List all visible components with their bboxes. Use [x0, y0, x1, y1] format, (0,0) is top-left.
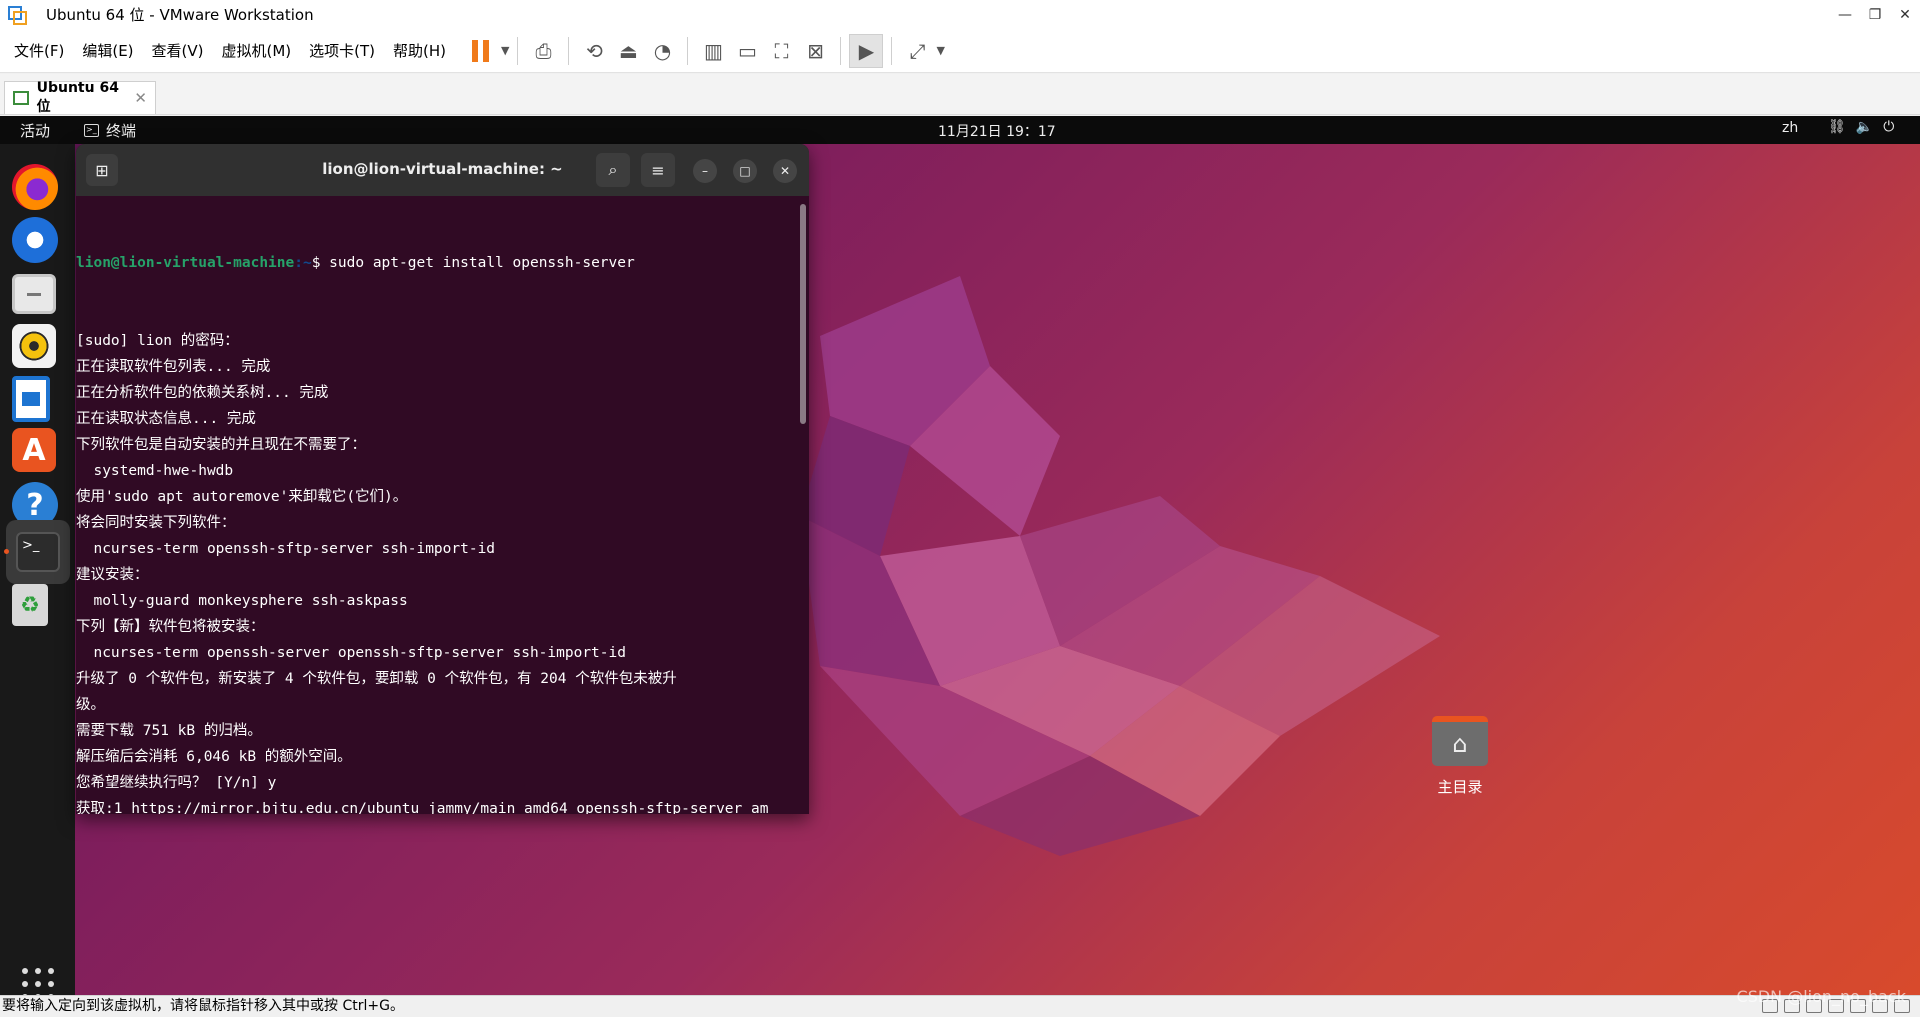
- terminal-headerbar[interactable]: ⊞ lion@lion-virtual-machine: ~ ⌕ ≡ – □ ✕: [76, 144, 809, 196]
- desktop-home-folder[interactable]: ⌂ 主目录: [1420, 716, 1500, 797]
- terminal-line: 下列软件包是自动安装的并且现在不需要了：: [76, 437, 366, 453]
- terminal-minimize-button[interactable]: –: [693, 159, 717, 183]
- terminal-line: 正在分析软件包的依赖关系树... 完成: [76, 385, 329, 401]
- tab-label: Ubuntu 64 位: [36, 80, 119, 115]
- snapshot-icon[interactable]: ⟲: [577, 34, 611, 68]
- watermark: CSDN @lion_no_back: [1736, 987, 1906, 1006]
- terminal-output[interactable]: lion@lion-virtual-machine:~$ sudo apt-ge…: [76, 196, 795, 814]
- power-icon: ⏻: [1883, 119, 1895, 135]
- app-menu-label: 终端: [106, 122, 137, 140]
- terminal-line: ncurses-term openssh-server openssh-sftp…: [76, 645, 626, 661]
- libreoffice-writer-icon[interactable]: [12, 376, 50, 422]
- guest-screen[interactable]: ⌂ 主目录 活动 >_ 终端 11月21日 19：17 zh ⛓ 🔈 ⏻ A ?…: [0, 116, 1920, 995]
- menu-view[interactable]: 查看(V): [143, 40, 213, 61]
- wallpaper-jellyfish: [800, 276, 1440, 856]
- stretch-icon[interactable]: ⤢: [900, 34, 934, 68]
- tab-close-icon[interactable]: ✕: [134, 89, 147, 107]
- dock: A ? >_ ♻: [0, 144, 75, 995]
- terminal-line: 将会同时安装下列软件：: [76, 515, 236, 531]
- terminal-line: 获取:1 https://mirror.bjtu.edu.cn/ubuntu j…: [76, 801, 769, 814]
- menu-file[interactable]: 文件(F): [5, 40, 73, 61]
- prompt-line: lion@lion-virtual-machine:~$ sudo apt-ge…: [76, 250, 795, 276]
- terminal-line: 下列【新】软件包将被安装：: [76, 619, 265, 635]
- menu-edit[interactable]: 编辑(E): [73, 40, 142, 61]
- volume-icon: 🔈: [1855, 119, 1874, 135]
- console-view-icon[interactable]: ▶: [849, 33, 884, 68]
- unity-icon[interactable]: ⊠: [798, 34, 832, 68]
- status-hint: 要将输入定向到该虚拟机，请将鼠标指针移入其中或按 Ctrl+G。: [2, 998, 404, 1014]
- prompt-command: $ sudo apt-get install openssh-server: [311, 255, 635, 271]
- trash-icon[interactable]: ♻: [12, 584, 48, 626]
- show-apps-icon[interactable]: [22, 968, 54, 995]
- window-titlebar: Ubuntu 64 位 - VMware Workstation — ❐ ✕: [0, 0, 1920, 29]
- terminal-mini-icon: >_: [84, 124, 99, 137]
- fullscreen-icon[interactable]: ⛶: [764, 34, 798, 68]
- view-thumbnail-icon[interactable]: ▭: [730, 34, 764, 68]
- thunderbird-icon[interactable]: [12, 217, 58, 263]
- terminal-line: [sudo] lion 的密码：: [76, 333, 239, 349]
- menu-tabs[interactable]: 选项卡(T): [300, 40, 384, 61]
- revert-snapshot-icon[interactable]: ⏏: [611, 34, 645, 68]
- stretch-dropdown-icon[interactable]: ▼: [936, 44, 944, 57]
- terminal-window[interactable]: ⊞ lion@lion-virtual-machine: ~ ⌕ ≡ – □ ✕…: [76, 144, 809, 814]
- terminal-line: 级。: [76, 697, 105, 713]
- terminal-line: 您希望继续执行吗？ [Y/n] y: [76, 775, 277, 791]
- snapshot-manager-icon[interactable]: ◔: [645, 34, 679, 68]
- vm-tabbar: Ubuntu 64 位 ✕: [0, 74, 1920, 115]
- terminal-close-button[interactable]: ✕: [773, 159, 797, 183]
- terminal-icon: >_: [16, 532, 60, 572]
- app-center-icon[interactable]: A: [12, 428, 56, 472]
- menu-vm[interactable]: 虚拟机(M): [213, 40, 301, 61]
- firefox-icon[interactable]: [12, 164, 58, 210]
- statusbar: 要将输入定向到该虚拟机，请将鼠标指针移入其中或按 Ctrl+G。: [0, 995, 1920, 1017]
- terminal-line: 正在读取状态信息... 完成: [76, 411, 256, 427]
- terminal-line: 需要下载 751 kB 的归档。: [76, 723, 262, 739]
- rhythmbox-icon[interactable]: [12, 324, 56, 368]
- files-icon[interactable]: [12, 274, 56, 314]
- window-title: Ubuntu 64 位 - VMware Workstation: [46, 6, 314, 24]
- pause-icon[interactable]: [465, 34, 499, 68]
- running-indicator: [4, 549, 9, 554]
- app-menu[interactable]: >_ 终端: [84, 120, 136, 141]
- input-method-indicator[interactable]: zh: [1782, 120, 1798, 136]
- search-icon[interactable]: ⌕: [596, 153, 630, 187]
- view-library-icon[interactable]: ▥: [696, 34, 730, 68]
- home-folder-icon: ⌂: [1432, 716, 1488, 766]
- prompt-user: lion@lion-virtual-machine: [76, 255, 295, 271]
- menubar: 文件(F) 编辑(E) 查看(V) 虚拟机(M) 选项卡(T) 帮助(H) ▼ …: [0, 29, 1920, 73]
- minimize-button[interactable]: —: [1830, 0, 1860, 29]
- prompt-path: :~: [294, 255, 312, 271]
- gnome-topbar: 活动 >_ 终端 11月21日 19：17 zh ⛓ 🔈 ⏻: [0, 116, 1920, 144]
- tab-ubuntu[interactable]: Ubuntu 64 位 ✕: [4, 80, 156, 115]
- vm-running-icon: [13, 91, 29, 105]
- home-folder-label: 主目录: [1437, 778, 1483, 796]
- terminal-line: systemd-hwe-hwdb: [76, 463, 234, 479]
- terminal-line: molly-guard monkeysphere ssh-askpass: [76, 593, 408, 609]
- pause-dropdown-icon[interactable]: ▼: [501, 44, 509, 57]
- terminal-line: 解压缩后会消耗 6,046 kB 的额外空间。: [76, 749, 352, 765]
- clock[interactable]: 11月21日 19：17: [938, 121, 1056, 141]
- menu-icon[interactable]: ≡: [641, 153, 675, 187]
- vmware-logo-icon: [6, 4, 28, 26]
- activities-button[interactable]: 活动: [20, 120, 50, 141]
- terminal-line: 建议安装：: [76, 567, 149, 583]
- restore-button[interactable]: ❐: [1860, 0, 1890, 29]
- terminal-line: 正在读取软件包列表... 完成: [76, 359, 271, 375]
- terminal-scrollbar[interactable]: [800, 204, 806, 424]
- system-menu[interactable]: ⛓ 🔈 ⏻: [1828, 119, 1894, 135]
- terminal-line: 升级了 0 个软件包，新安装了 4 个软件包，要卸载 0 个软件包，有 204 …: [76, 671, 677, 687]
- terminal-line: ncurses-term openssh-sftp-server ssh-imp…: [76, 541, 496, 557]
- dock-terminal-slot[interactable]: >_: [6, 520, 70, 584]
- send-ctrl-alt-del-icon[interactable]: ⎙: [526, 34, 560, 68]
- toolbar: ▼ ⎙ ⟲ ⏏ ◔ ▥ ▭ ⛶ ⊠ ▶ ⤢ ▼: [465, 33, 945, 68]
- close-button[interactable]: ✕: [1890, 0, 1920, 29]
- network-icon: ⛓: [1828, 119, 1846, 135]
- terminal-maximize-button[interactable]: □: [733, 159, 757, 183]
- menu-help[interactable]: 帮助(H): [384, 40, 455, 61]
- terminal-line: 使用'sudo apt autoremove'来卸载它(它们)。: [76, 489, 408, 505]
